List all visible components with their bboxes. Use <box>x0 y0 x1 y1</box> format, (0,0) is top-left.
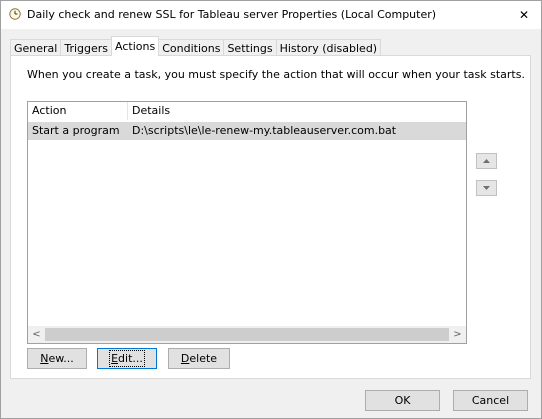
edit-label-wrap: Edit... <box>109 350 145 367</box>
close-button[interactable]: ✕ <box>507 1 541 29</box>
tab-general[interactable]: General <box>10 39 62 56</box>
delete-label: elete <box>189 352 218 365</box>
new-action-button[interactable]: New... <box>27 348 87 369</box>
tab-triggers[interactable]: Triggers <box>60 39 113 56</box>
table-row[interactable]: Start a program D:\scripts\le\le-renew-m… <box>28 122 466 140</box>
column-header-details[interactable]: Details <box>128 102 466 120</box>
cancel-button[interactable]: Cancel <box>453 390 528 411</box>
edit-accesskey: E <box>111 352 119 365</box>
edit-label: dit... <box>118 352 143 365</box>
list-header: Action Details <box>28 102 466 120</box>
tab-conditions[interactable]: Conditions <box>158 39 225 56</box>
window-title: Daily check and renew SSL for Tableau se… <box>27 8 437 21</box>
new-label: ew... <box>48 352 74 365</box>
column-header-action[interactable]: Action <box>28 102 128 120</box>
title-bar: Daily check and renew SSL for Tableau se… <box>1 1 541 29</box>
tab-actions[interactable]: Actions <box>111 36 160 56</box>
close-icon: ✕ <box>518 8 530 22</box>
actions-list[interactable]: Action Details Start a program D:\script… <box>27 101 467 344</box>
actions-tab-panel: When you create a task, you must specify… <box>10 55 531 379</box>
tab-settings[interactable]: Settings <box>223 39 277 56</box>
scroll-left-button[interactable]: < <box>28 326 45 343</box>
move-down-button[interactable] <box>476 180 497 196</box>
chevron-up-icon <box>483 159 490 163</box>
task-properties-dialog: Daily check and renew SSL for Tableau se… <box>0 0 542 419</box>
scroll-right-button[interactable]: > <box>449 326 466 343</box>
details-cell: D:\scripts\le\le-renew-my.tableauserver.… <box>132 124 397 137</box>
chevron-down-icon <box>483 186 490 190</box>
delete-accesskey: D <box>180 352 190 365</box>
ok-button[interactable]: OK <box>365 390 440 411</box>
horizontal-scrollbar[interactable]: < > <box>28 326 466 343</box>
clock-icon <box>9 8 21 20</box>
delete-action-button[interactable]: Delete <box>168 348 230 369</box>
edit-action-button[interactable]: Edit... <box>97 348 157 369</box>
action-cell: Start a program <box>32 124 120 137</box>
move-up-button[interactable] <box>476 153 497 169</box>
scroll-thumb[interactable] <box>45 328 449 341</box>
new-accesskey: N <box>40 352 49 365</box>
actions-description: When you create a task, you must specify… <box>27 68 525 81</box>
tab-strip: General Triggers Actions Conditions Sett… <box>10 36 382 56</box>
tab-history[interactable]: History (disabled) <box>275 39 382 56</box>
